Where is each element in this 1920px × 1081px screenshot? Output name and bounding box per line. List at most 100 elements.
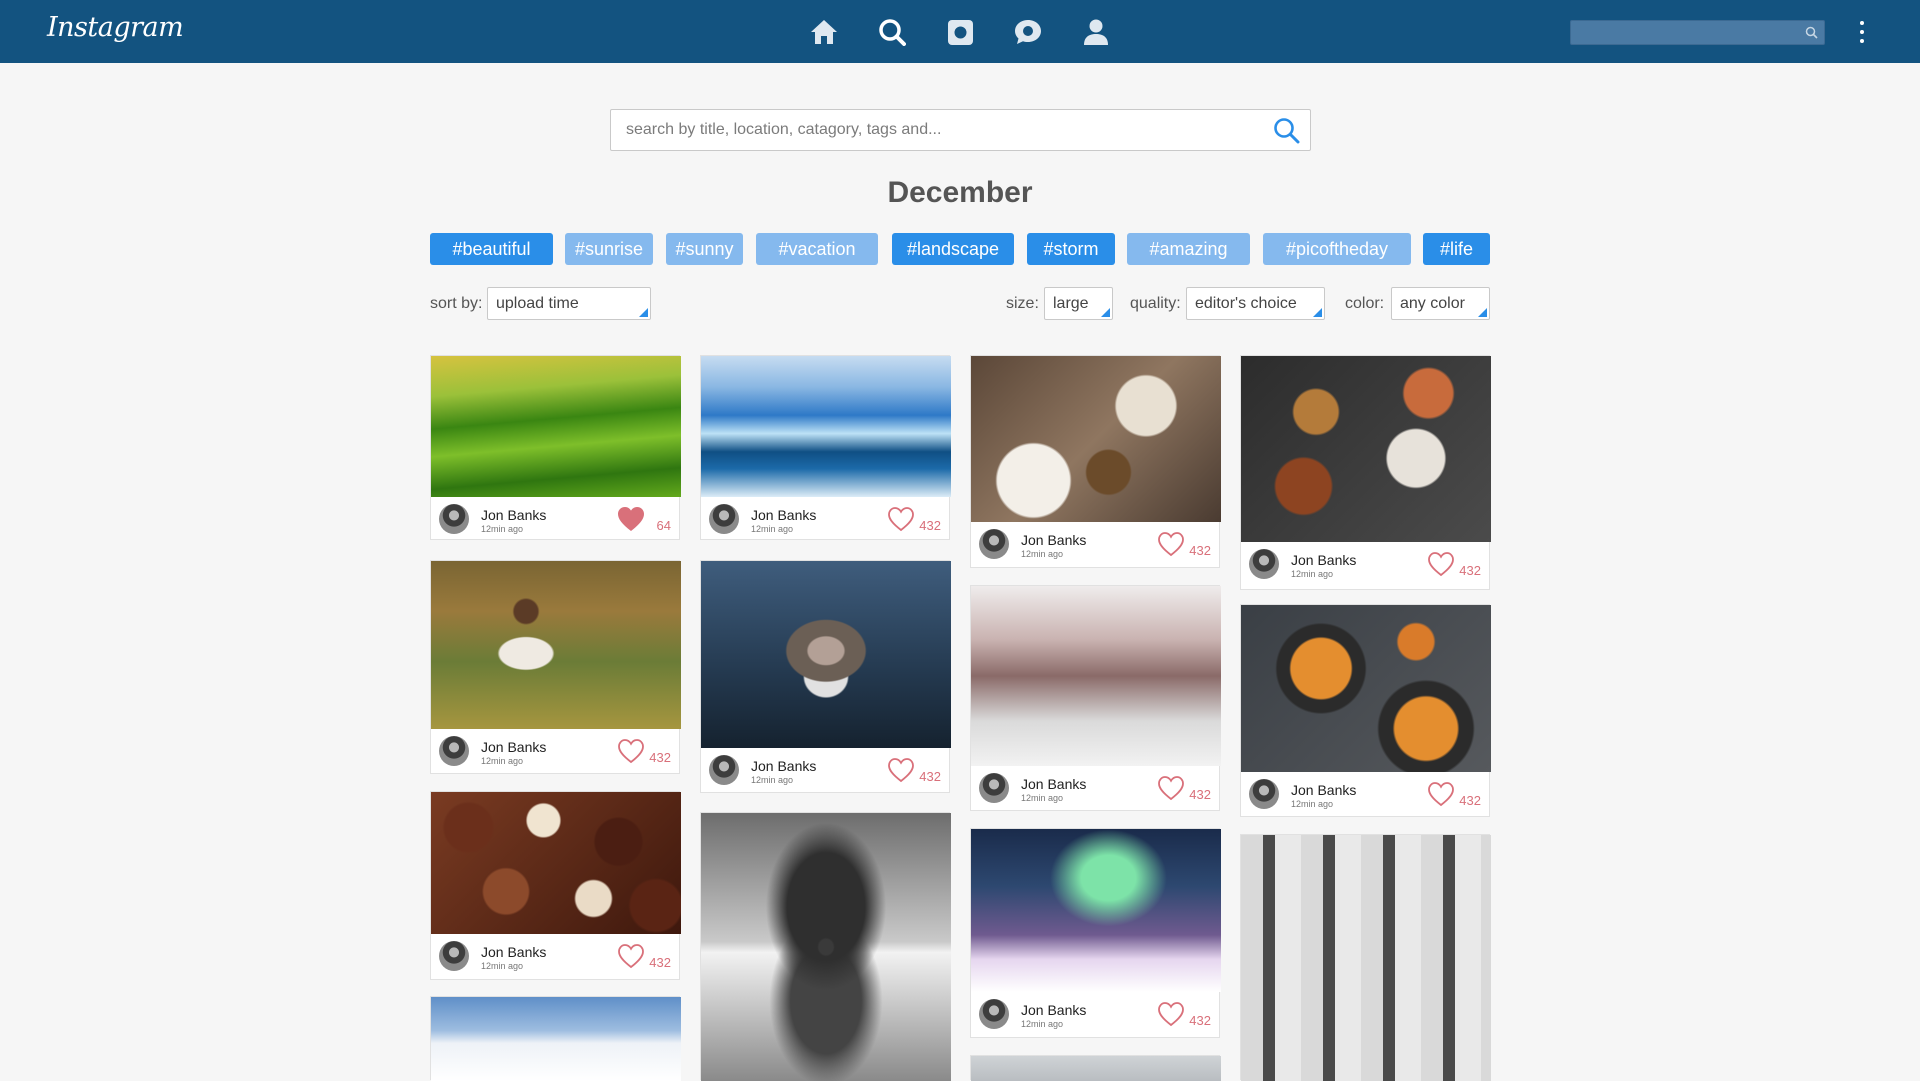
size-select[interactable]: large xyxy=(1044,287,1113,320)
avatar[interactable] xyxy=(1249,549,1279,579)
heart-outline-icon xyxy=(1158,532,1184,557)
card-footer: Jon Banks 12min ago 432 xyxy=(431,934,681,978)
photo-card[interactable] xyxy=(1240,834,1491,1081)
like-count: 432 xyxy=(919,769,941,784)
search-icon[interactable] xyxy=(877,17,907,47)
like-button[interactable]: 432 xyxy=(1423,550,1481,578)
avatar[interactable] xyxy=(979,773,1009,803)
photo-card[interactable]: Jon Banks 12min ago 432 xyxy=(700,355,951,540)
top-search-field[interactable] xyxy=(1570,20,1825,45)
tag-life[interactable]: #life xyxy=(1423,233,1490,265)
tag-vacation[interactable]: #vacation xyxy=(756,233,878,265)
heart-outline-icon xyxy=(1158,776,1184,801)
photo-food-spread[interactable] xyxy=(1241,356,1491,542)
photo-partial[interactable] xyxy=(971,1056,1221,1081)
like-count: 432 xyxy=(1189,787,1211,802)
author-name[interactable]: Jon Banks xyxy=(1021,1002,1086,1018)
kebab-menu-icon[interactable] xyxy=(1855,19,1869,45)
author-name[interactable]: Jon Banks xyxy=(751,507,816,523)
card-footer: Jon Banks 12min ago 432 xyxy=(1241,772,1491,816)
avatar[interactable] xyxy=(439,736,469,766)
photo-snowy-street[interactable] xyxy=(971,586,1221,766)
like-button[interactable]: 432 xyxy=(1423,780,1481,808)
photo-card[interactable] xyxy=(970,1055,1221,1081)
post-time: 12min ago xyxy=(1021,549,1064,559)
photo-card[interactable]: Jon Banks 12min ago 432 xyxy=(1240,604,1491,817)
post-time: 12min ago xyxy=(1021,793,1064,803)
photo-chocolates[interactable] xyxy=(431,792,681,934)
tag-storm[interactable]: #storm xyxy=(1027,233,1115,265)
search-icon xyxy=(1805,26,1818,44)
author-name[interactable]: Jon Banks xyxy=(1291,552,1356,568)
avatar[interactable] xyxy=(979,529,1009,559)
like-button[interactable]: 432 xyxy=(1153,530,1211,558)
post-time: 12min ago xyxy=(751,524,794,534)
author-name[interactable]: Jon Banks xyxy=(481,739,546,755)
chat-icon[interactable] xyxy=(1013,17,1043,47)
avatar[interactable] xyxy=(1249,779,1279,809)
heart-outline-icon xyxy=(888,507,914,532)
photo-baking-table[interactable] xyxy=(971,356,1221,522)
sort-select[interactable]: upload time xyxy=(487,287,651,320)
like-button[interactable]: 64 xyxy=(613,505,671,533)
tag-picoftheday[interactable]: #picoftheday xyxy=(1263,233,1411,265)
avatar[interactable] xyxy=(709,755,739,785)
like-button[interactable]: 432 xyxy=(883,505,941,533)
like-button[interactable]: 432 xyxy=(1153,774,1211,802)
author-name[interactable]: Jon Banks xyxy=(481,944,546,960)
camera-icon[interactable] xyxy=(945,17,975,47)
top-search-input[interactable] xyxy=(1571,21,1824,44)
tag-beautiful[interactable]: #beautiful xyxy=(430,233,553,265)
photo-card[interactable]: Jon Banks 12min ago 432 xyxy=(970,828,1221,1038)
tag-sunrise[interactable]: #sunrise xyxy=(565,233,653,265)
like-button[interactable]: 432 xyxy=(883,756,941,784)
main-search-box[interactable] xyxy=(610,109,1311,151)
photo-card[interactable]: Jon Banks 12min ago 432 xyxy=(700,560,951,793)
photo-woman-in-field[interactable] xyxy=(431,561,681,729)
app-logo[interactable]: Instagram xyxy=(47,12,184,43)
photo-card[interactable]: Jon Banks 12min ago 64 xyxy=(430,355,681,540)
avatar[interactable] xyxy=(979,999,1009,1029)
avatar[interactable] xyxy=(709,504,739,534)
photo-tree-reflection[interactable] xyxy=(701,813,951,1081)
photo-card[interactable]: Jon Banks 12min ago 432 xyxy=(1240,355,1491,590)
tag-sunny[interactable]: #sunny xyxy=(666,233,743,265)
photo-white-building[interactable] xyxy=(431,997,681,1081)
author-name[interactable]: Jon Banks xyxy=(1021,776,1086,792)
top-navigation-bar: Instagram xyxy=(0,0,1920,63)
search-icon[interactable] xyxy=(1273,117,1300,149)
tag-amazing[interactable]: #amazing xyxy=(1127,233,1250,265)
tag-landscape[interactable]: #landscape xyxy=(892,233,1014,265)
author-name[interactable]: Jon Banks xyxy=(1291,782,1356,798)
photo-building-facade[interactable] xyxy=(1241,835,1491,1081)
photo-card[interactable]: Jon Banks 12min ago 432 xyxy=(970,585,1221,811)
photo-aurora[interactable] xyxy=(971,829,1221,992)
author-name[interactable]: Jon Banks xyxy=(751,758,816,774)
like-button[interactable]: 432 xyxy=(1153,1000,1211,1028)
color-select[interactable]: any color xyxy=(1391,287,1490,320)
post-time: 12min ago xyxy=(481,961,524,971)
quality-select[interactable]: editor's choice xyxy=(1186,287,1325,320)
heart-outline-icon xyxy=(618,739,644,764)
avatar[interactable] xyxy=(439,504,469,534)
photo-card[interactable]: Jon Banks 12min ago 432 xyxy=(430,791,681,980)
main-search-input[interactable] xyxy=(611,110,1310,150)
photo-card[interactable]: Jon Banks 12min ago 432 xyxy=(970,355,1221,568)
avatar[interactable] xyxy=(439,941,469,971)
home-icon[interactable] xyxy=(809,17,839,47)
photo-card[interactable] xyxy=(700,812,951,1081)
author-name[interactable]: Jon Banks xyxy=(481,507,546,523)
photo-pasta-bowls[interactable] xyxy=(1241,605,1491,772)
photo-card[interactable]: Jon Banks 12min ago 432 xyxy=(430,560,681,774)
photo-glacier-waterfall[interactable] xyxy=(701,356,951,497)
author-name[interactable]: Jon Banks xyxy=(1021,532,1086,548)
photo-green-fields[interactable] xyxy=(431,356,681,497)
like-button[interactable]: 432 xyxy=(613,942,671,970)
photo-bearded-man[interactable] xyxy=(701,561,951,748)
like-count: 64 xyxy=(656,518,671,533)
heart-outline-icon xyxy=(1428,552,1454,577)
profile-icon[interactable] xyxy=(1081,17,1111,47)
photo-card[interactable] xyxy=(430,996,681,1081)
size-label: size: xyxy=(1006,295,1039,312)
like-button[interactable]: 432 xyxy=(613,737,671,765)
